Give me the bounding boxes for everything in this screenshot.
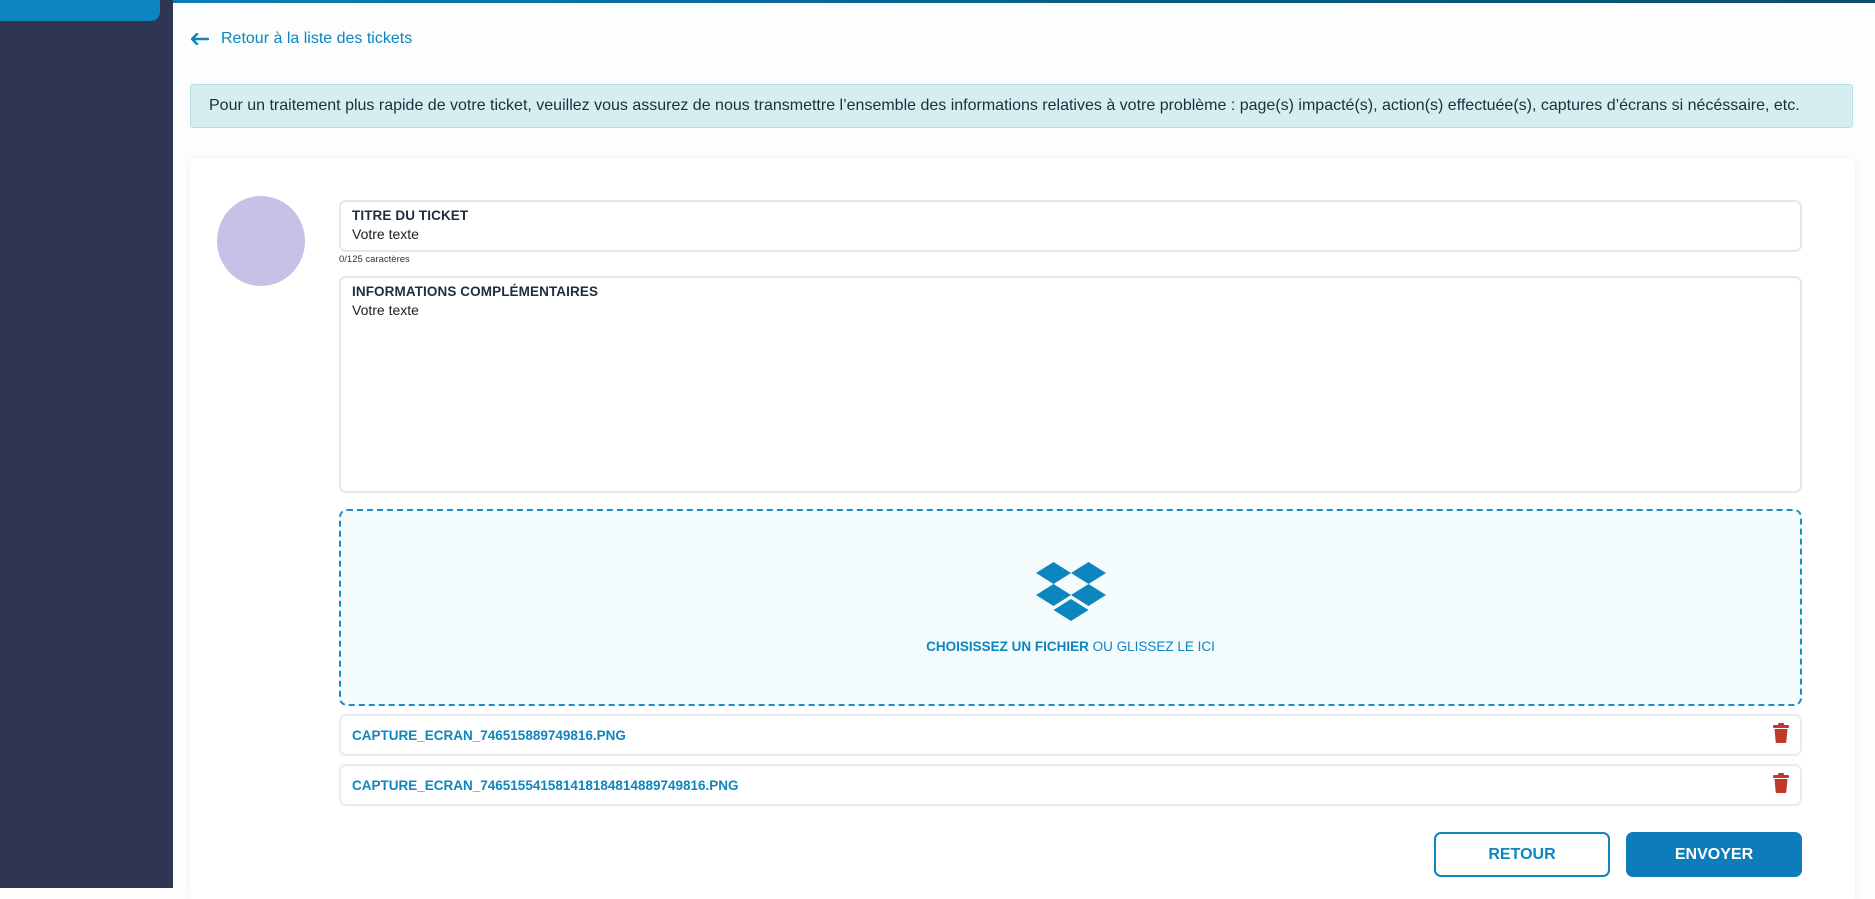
additional-info-label: INFORMATIONS COMPLÉMENTAIRES <box>352 284 599 299</box>
ticket-title-field[interactable]: TITRE DU TICKET Votre texte <box>339 200 1802 252</box>
title-char-counter: 0/125 caractères <box>339 254 410 265</box>
info-notice: Pour un traitement plus rapide de votre … <box>190 84 1853 128</box>
attached-file-name[interactable]: CAPTURE_ECRAN_74651554158141818481488974… <box>352 778 1773 793</box>
send-button[interactable]: ENVOYER <box>1626 832 1802 877</box>
trash-icon[interactable] <box>1773 722 1789 748</box>
additional-info-field[interactable]: INFORMATIONS COMPLÉMENTAIRES Votre texte <box>339 276 1802 493</box>
ticket-title-input[interactable]: Votre texte <box>352 226 1789 242</box>
attached-file-name[interactable]: CAPTURE_ECRAN_746515889749816.PNG <box>352 728 1773 743</box>
ticket-title-label: TITRE DU TICKET <box>352 208 469 223</box>
sidebar <box>0 0 173 888</box>
dropzone-text: CHOISISSEZ UN FICHIER OU GLISSEZ LE ICI <box>341 639 1800 654</box>
back-button[interactable]: RETOUR <box>1434 832 1610 877</box>
back-link-label: Retour à la liste des tickets <box>221 30 413 47</box>
attached-file-row: CAPTURE_ECRAN_746515889749816.PNG <box>339 714 1802 756</box>
attached-file-row: CAPTURE_ECRAN_74651554158141818481488974… <box>339 764 1802 806</box>
back-to-tickets-link[interactable]: Retour à la liste des tickets <box>191 30 412 48</box>
trash-icon[interactable] <box>1773 772 1789 798</box>
notice-text: Pour un traitement plus rapide de votre … <box>209 97 1800 114</box>
additional-info-textarea[interactable]: Votre texte <box>352 302 1789 318</box>
choose-file-link[interactable]: CHOISISSEZ UN FICHIER <box>926 639 1089 654</box>
arrow-left-icon <box>191 33 209 45</box>
avatar <box>217 196 305 286</box>
drop-here-label: OU GLISSEZ LE ICI <box>1092 639 1215 654</box>
dropbox-icon <box>1036 562 1106 621</box>
sidebar-active-tab[interactable] <box>0 0 160 21</box>
file-dropzone[interactable]: CHOISISSEZ UN FICHIER OU GLISSEZ LE ICI <box>339 509 1802 706</box>
